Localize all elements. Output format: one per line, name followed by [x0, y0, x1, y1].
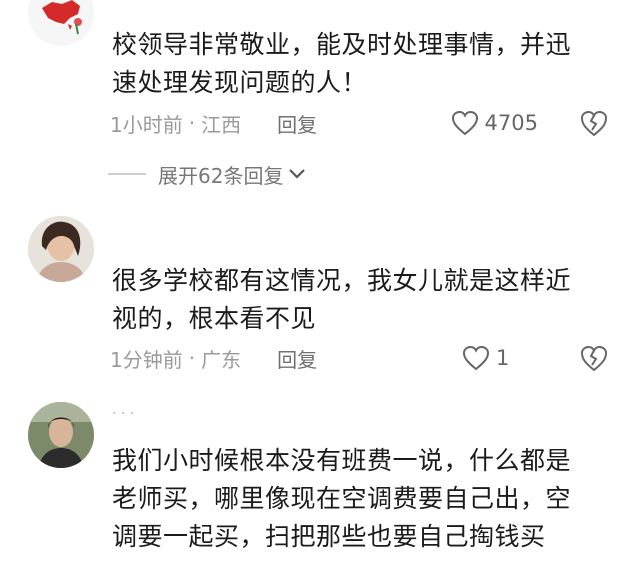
comment-text: 我们小时候根本没有班费一说，什么都是 老师买，哪里像现在空调费要自己出，空 调要…: [112, 442, 612, 556]
comment-text-line: 速处理发现问题的人！: [112, 68, 368, 97]
like-count: 1: [496, 346, 510, 370]
comment-text: 很多学校都有这情况，我女儿就是这样近 视的，根本看不见: [112, 262, 612, 338]
heart-outline-icon: [462, 345, 490, 371]
comment-text-line: 老师买，哪里像现在空调费要自己出，空: [112, 484, 572, 513]
like-button[interactable]: 1: [462, 343, 538, 373]
expand-replies-button[interactable]: 展开62条回复: [108, 158, 307, 190]
comment-time: 1分钟前: [110, 347, 183, 372]
broken-heart-icon[interactable]: [580, 343, 608, 373]
expand-replies-label: 展开62条回复: [158, 163, 284, 188]
comment-time: 1小时前: [110, 112, 183, 137]
broken-heart-icon[interactable]: [580, 108, 608, 138]
username[interactable]: · · ·: [112, 406, 134, 422]
comment-text-line: 很多学校都有这情况，我女儿就是这样近: [112, 266, 572, 295]
reply-button[interactable]: 回复: [277, 344, 317, 373]
like-button[interactable]: 4705: [451, 108, 538, 138]
meta-separator: ·: [188, 111, 196, 135]
avatar[interactable]: [28, 0, 94, 46]
chevron-down-icon: [289, 169, 306, 179]
avatar[interactable]: [28, 216, 94, 282]
user-photo-avatar-image: [28, 402, 94, 468]
comment-location: 广东: [201, 347, 242, 372]
comment-text: 校领导非常敬业，能及时处理事情，并迅 速处理发现问题的人！: [112, 26, 612, 102]
comment-text-line: 校领导非常敬业，能及时处理事情，并迅: [112, 30, 572, 59]
like-count: 4705: [484, 111, 538, 135]
heart-outline-icon: [451, 110, 478, 136]
comment-meta: 1分钟前 · 广东 回复: [110, 343, 317, 373]
comment-meta: 1小时前 · 江西 回复: [110, 108, 317, 138]
comment-text-line: 视的，根本看不见: [112, 304, 317, 333]
user-photo-avatar-image: [28, 216, 94, 282]
comment-text-line: 调要一起买，扫把那些也要自己掏钱买: [112, 522, 546, 551]
expand-divider: [108, 173, 146, 175]
comment-location: 江西: [201, 112, 242, 137]
china-map-avatar-image: [28, 0, 94, 46]
avatar[interactable]: [28, 402, 94, 468]
reply-button[interactable]: 回复: [277, 109, 317, 138]
meta-separator: ·: [188, 346, 196, 370]
comment-text-line: 我们小时候根本没有班费一说，什么都是: [112, 446, 572, 475]
